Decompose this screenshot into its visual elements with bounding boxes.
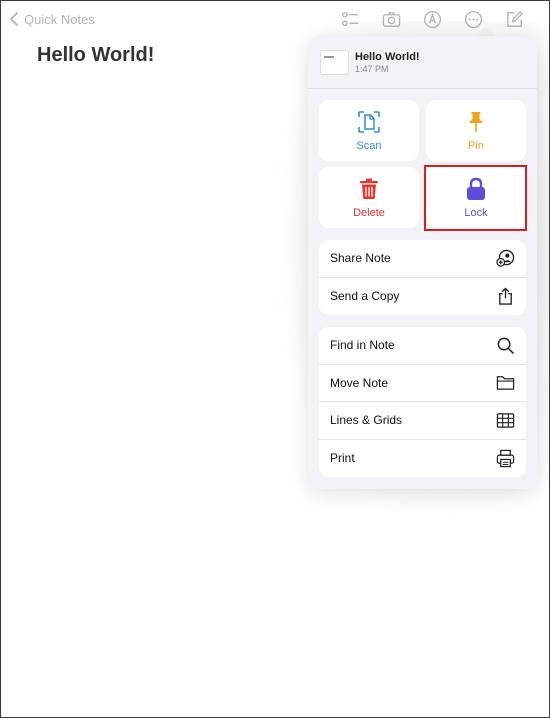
search-icon <box>497 337 514 354</box>
toolbar <box>330 8 535 30</box>
menu-note-title: Hello World! <box>355 50 420 63</box>
tools-group: Find in Note Move Note Lines & Grids Pri… <box>319 327 526 477</box>
compose-icon <box>507 10 524 27</box>
print-item[interactable]: Print <box>319 440 526 478</box>
trash-icon <box>360 178 378 199</box>
more-icon <box>464 10 483 28</box>
markup-icon <box>423 10 442 28</box>
chevron-left-icon <box>10 12 18 26</box>
camera-icon <box>382 11 401 27</box>
print-icon <box>496 449 515 467</box>
pin-icon <box>469 111 483 132</box>
back-button[interactable]: Quick Notes <box>9 10 95 28</box>
share-note-icon <box>496 249 515 267</box>
markup-button[interactable] <box>412 8 453 30</box>
scan-icon <box>358 110 380 133</box>
move-note-label: Move Note <box>330 375 389 390</box>
share-note-item[interactable]: Share Note <box>319 240 526 278</box>
share-group: Share Note Send a Copy <box>319 240 526 315</box>
send-copy-item[interactable]: Send a Copy <box>319 278 526 316</box>
more-button[interactable] <box>453 8 494 30</box>
lines-grids-item[interactable]: Lines & Grids <box>319 402 526 440</box>
note-title[interactable]: Hello World! <box>37 44 154 67</box>
checklist-icon <box>342 11 359 26</box>
app-window: Quick Notes Hello World! Hello World! 1:… <box>0 0 550 718</box>
pin-button[interactable]: Pin <box>426 100 526 161</box>
note-options-menu: Hello World! 1:47 PM Scan Pin Delete Loc… <box>308 36 537 489</box>
action-tiles: Scan Pin Delete Lock <box>319 100 526 228</box>
checklist-button[interactable] <box>330 8 371 30</box>
scan-label: Scan <box>356 139 382 152</box>
lock-button[interactable]: Lock <box>426 167 526 228</box>
compose-button[interactable] <box>494 8 535 30</box>
menu-note-header: Hello World! 1:47 PM <box>319 36 526 88</box>
grid-icon <box>496 412 515 428</box>
scan-button[interactable]: Scan <box>319 100 419 161</box>
lines-grids-label: Lines & Grids <box>330 413 403 428</box>
delete-label: Delete <box>353 206 385 219</box>
move-note-item[interactable]: Move Note <box>319 365 526 402</box>
send-copy-label: Send a Copy <box>330 289 400 304</box>
lock-label: Lock <box>464 206 488 219</box>
pin-label: Pin <box>468 139 484 152</box>
print-label: Print <box>330 451 355 466</box>
share-note-label: Share Note <box>330 251 391 266</box>
folder-icon <box>496 376 515 391</box>
camera-button[interactable] <box>371 8 412 30</box>
menu-divider <box>308 88 537 89</box>
note-thumbnail <box>320 49 349 75</box>
find-in-note-label: Find in Note <box>330 338 395 353</box>
menu-note-time: 1:47 PM <box>355 63 389 74</box>
find-in-note-item[interactable]: Find in Note <box>319 327 526 365</box>
delete-button[interactable]: Delete <box>319 167 419 228</box>
share-icon <box>499 287 512 305</box>
lock-icon <box>467 177 485 200</box>
back-label: Quick Notes <box>24 11 95 27</box>
